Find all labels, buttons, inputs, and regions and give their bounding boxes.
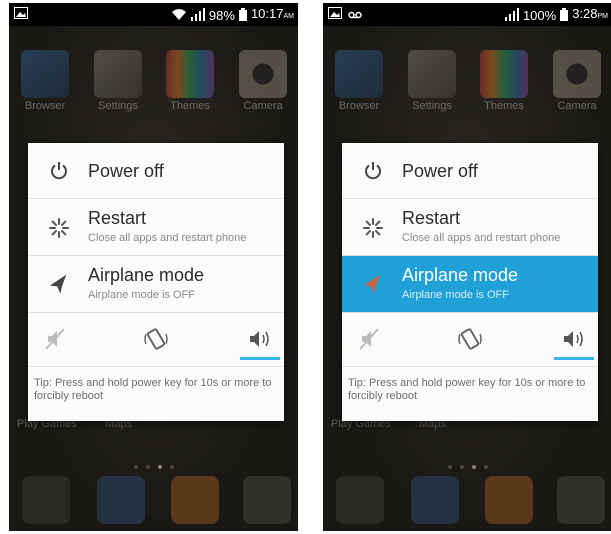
power-off-label: Power off [402, 161, 478, 181]
contacts-dock-icon[interactable] [411, 476, 459, 524]
settings-icon [94, 50, 142, 98]
app-themes[interactable]: Themes [162, 50, 218, 112]
signal-icon [190, 7, 205, 24]
power-menu-dialog: Power off Restart Close all apps and res… [28, 143, 284, 421]
themes-icon [480, 50, 528, 98]
restart-icon [360, 215, 386, 241]
airplane-mode-label: Airplane mode [402, 265, 519, 285]
power-off-option[interactable]: Power off [342, 143, 598, 199]
mute-icon[interactable] [42, 325, 70, 353]
themes-icon [166, 50, 214, 98]
phone-screen-right: 100% 3:28PM Browser Settings Themes Came… [323, 3, 611, 531]
battery-icon [238, 7, 247, 24]
restart-option[interactable]: Restart Close all apps and restart phone [28, 199, 284, 256]
page-indicator [323, 456, 611, 474]
restart-label: Restart [88, 208, 147, 228]
app-camera[interactable]: Camera [235, 50, 291, 112]
page-indicator [9, 456, 298, 474]
clock: 3:28PM [572, 6, 608, 21]
airplane-mode-option[interactable]: Airplane mode Airplane mode is OFF [28, 256, 284, 313]
airplane-mode-label: Airplane mode [88, 265, 205, 285]
airplane-icon [360, 272, 386, 298]
settings-icon [408, 50, 456, 98]
wifi-icon [171, 8, 187, 24]
restart-option[interactable]: Restart Close all apps and restart phone [342, 199, 598, 256]
restart-description: Close all apps and restart phone [88, 232, 247, 244]
vibrate-icon[interactable] [142, 325, 170, 353]
app-browser[interactable]: Browser [331, 50, 387, 112]
contacts-dock-icon[interactable] [97, 476, 145, 524]
camera-icon [553, 50, 601, 98]
power-off-label: Power off [88, 161, 164, 181]
browser-icon [335, 50, 383, 98]
browser-icon [21, 50, 69, 98]
page-dot [145, 465, 150, 469]
voicemail-icon [348, 7, 362, 22]
page-dot-active [471, 465, 476, 469]
play-store-dock-icon[interactable] [243, 476, 291, 524]
reboot-tip: Tip: Press and hold power key for 10s or… [348, 377, 586, 402]
battery-icon [560, 7, 569, 24]
camera-icon [239, 50, 287, 98]
app-camera[interactable]: Camera [549, 50, 605, 112]
app-settings[interactable]: Settings [404, 50, 460, 112]
vibrate-icon[interactable] [456, 325, 484, 353]
phone-dock-icon[interactable] [22, 476, 70, 524]
sound-icon[interactable] [560, 325, 588, 353]
app-settings[interactable]: Settings [90, 50, 146, 112]
sound-mode-selector [342, 313, 598, 367]
clock: 10:17AM [250, 6, 294, 21]
power-icon [360, 158, 386, 184]
sound-icon[interactable] [246, 325, 274, 353]
page-dot-active [157, 465, 162, 469]
mute-icon[interactable] [356, 325, 384, 353]
airplane-mode-status: Airplane mode is OFF [402, 289, 509, 301]
status-bar: 100% 3:28PM [323, 3, 611, 26]
power-menu-dialog: Power off Restart Close all apps and res… [342, 143, 598, 421]
app-browser[interactable]: Browser [17, 50, 73, 112]
selected-mode-underline [240, 357, 280, 360]
messages-dock-icon[interactable] [485, 476, 533, 524]
signal-icon [504, 7, 519, 24]
gallery-icon [328, 7, 342, 22]
app-themes[interactable]: Themes [476, 50, 532, 112]
page-dot [447, 465, 452, 469]
power-icon [46, 158, 72, 184]
restart-label: Restart [402, 208, 461, 228]
selected-mode-underline [554, 357, 594, 360]
restart-icon [46, 215, 72, 241]
restart-description: Close all apps and restart phone [402, 232, 561, 244]
page-dot [169, 465, 174, 469]
airplane-mode-option[interactable]: Airplane mode Airplane mode is OFF [342, 256, 598, 313]
phone-screen-left: 98% 10:17AM Browser Settings Themes Came… [9, 3, 298, 531]
power-off-option[interactable]: Power off [28, 143, 284, 199]
sound-mode-selector [28, 313, 284, 367]
phone-dock-icon[interactable] [336, 476, 384, 524]
messages-dock-icon[interactable] [171, 476, 219, 524]
airplane-icon [46, 272, 72, 298]
battery-percent: 98% [208, 7, 235, 23]
gallery-icon [14, 7, 28, 22]
page-dot [133, 465, 138, 469]
battery-percent: 100% [522, 7, 557, 23]
page-dot [459, 465, 464, 469]
airplane-mode-status: Airplane mode is OFF [88, 289, 195, 301]
status-bar: 98% 10:17AM [9, 3, 298, 26]
page-dot [483, 465, 488, 469]
reboot-tip: Tip: Press and hold power key for 10s or… [34, 377, 272, 402]
play-store-dock-icon[interactable] [557, 476, 605, 524]
